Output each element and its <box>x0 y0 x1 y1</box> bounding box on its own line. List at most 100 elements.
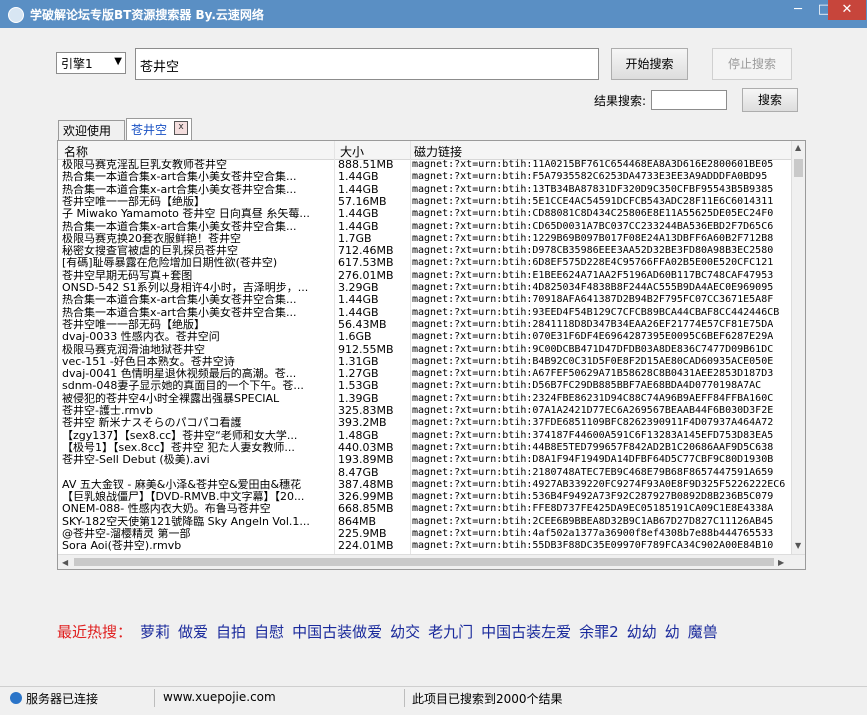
column-header-name[interactable]: 名称 <box>64 143 88 160</box>
table-row[interactable]: 极限马赛克淫乱巨乳女教师苍井空 888.51MB magnet:?xt=urn:bt… <box>58 159 791 171</box>
cell-size: 1.31GB <box>338 355 379 368</box>
cell-name: @苍井空-溜樱精灵 第一部 <box>62 528 191 540</box>
table-row[interactable]: 苍井空唯一一部无码【绝版】 56.43MB magnet:?xt=urn:btih:… <box>58 319 791 331</box>
table-row[interactable]: 苍井空 新米ナスそらのパコパコ看護 393.2MB magnet:?xt=urn:b… <box>58 417 791 429</box>
hot-search-link[interactable]: 幼 <box>665 623 680 641</box>
hot-search-link[interactable]: 萝莉 <box>140 623 170 641</box>
table-row[interactable]: 热合集一本道合集x-art合集小美女苍井空合集... 1.44GB magnet:?… <box>58 171 791 183</box>
table-row[interactable]: 8.47GB magnet:?xt=urn:btih:2180748ATEC7EB… <box>58 467 791 479</box>
table-row[interactable]: 秘密女搜查官被虐的巨乳探员苍井空 712.46MB magnet:?xt=urn:b… <box>58 245 791 257</box>
vertical-scroll-thumb[interactable] <box>794 159 803 177</box>
cell-name: 极限马赛克润滑油地狱苍井空 <box>62 343 205 356</box>
table-header: 名称 大小 磁力链接 <box>58 141 791 160</box>
cell-magnet: magnet:?xt=urn:btih:55DB3F88DC35E09970F7… <box>412 540 774 552</box>
tab-welcome[interactable]: 欢迎使用 <box>58 120 125 140</box>
table-row[interactable]: 热合集一本道合集x-art合集小美女苍井空合集... 1.44GB magnet:?… <box>58 184 791 196</box>
table-row[interactable]: 被侵犯的苍井空4小时全裸露出强暴SPECIAL 1.39GB magnet:?xt=… <box>58 393 791 405</box>
table-row[interactable]: Sora Aoi(苍井空).rmvb 224.01MB magnet:?xt=urn… <box>58 540 791 552</box>
vertical-scrollbar[interactable]: ▲ ▼ <box>791 141 805 554</box>
hot-search-link[interactable]: 幼幼 <box>627 623 657 641</box>
cell-magnet: magnet:?xt=urn:btih:37FDE6851109BFC82623… <box>412 417 774 429</box>
minimize-button[interactable]: ─ <box>784 0 812 20</box>
table-row[interactable]: vec-151 -好色日本熟女。苍井空诗 1.31GB magnet:?xt=urn… <box>58 356 791 368</box>
scroll-left-icon[interactable]: ◀ <box>62 558 68 567</box>
cell-magnet: magnet:?xt=urn:btih:CD88081C8D434C25806E… <box>412 208 774 220</box>
cell-size: 1.44GB <box>338 306 379 319</box>
cell-size: 1.44GB <box>338 183 379 196</box>
cell-name: Sora Aoi(苍井空).rmvb <box>62 540 182 553</box>
table-row[interactable]: dvaj-0033 性感内衣。苍井空问 1.6GB magnet:?xt=urn:b… <box>58 331 791 343</box>
title-bar: 学破解论坛专版BT资源搜索器 By.云速网络 ─ □ ✕ <box>0 0 867 28</box>
app-icon <box>8 7 24 23</box>
hot-search-link[interactable]: 自慰 <box>254 623 284 641</box>
table-row[interactable]: 苍井空-護士.rmvb 325.83MB magnet:?xt=urn:btih:0… <box>58 405 791 417</box>
table-row[interactable]: 子 Miwako Yamamoto 苍井空 日向真昼 糸矢莓... 1.44GB m… <box>58 208 791 220</box>
cell-name: AV 五大金钗 - 麻美&小泽&苍井空&爱田由&穗花 <box>62 478 302 491</box>
cell-magnet: magnet:?xt=urn:btih:2180748ATEC7EB9C468E… <box>412 466 774 478</box>
hot-search-link[interactable]: 余罪2 <box>579 623 619 641</box>
table-row[interactable]: ONEM-088- 性感内衣大奶。布鲁马苍井空 668.85MB magnet:?x… <box>58 503 791 515</box>
tab-close-icon[interactable]: x <box>174 121 188 135</box>
hot-search-link[interactable]: 中国古装做爱 <box>292 623 382 641</box>
status-divider <box>154 689 155 707</box>
result-search-button[interactable]: 搜索 <box>742 88 798 112</box>
table-row[interactable]: 苍井空唯一一部无码【绝版】 57.16MB magnet:?xt=urn:btih:… <box>58 196 791 208</box>
close-button[interactable]: ✕ <box>828 0 866 20</box>
cell-size: 1.39GB <box>338 392 379 405</box>
table-row[interactable]: 【巨乳娘战僵尸】【DVD-RMVB.中文字幕】【20... 326.99MB mag… <box>58 491 791 503</box>
table-row[interactable]: SKY-182空天使第121號降臨 Sky Angeln Vol.1... 864… <box>58 516 791 528</box>
table-row[interactable]: 热合集一本道合集x-art合集小美女苍井空合集... 1.44GB magnet:?… <box>58 294 791 306</box>
cell-name: [有碼]耻辱暴露在危险增加日期性欲(苍井空) <box>62 257 278 270</box>
cell-magnet: magnet:?xt=urn:btih:07A1A2421D77EC6A2695… <box>412 405 774 416</box>
table-row[interactable]: 苍井空-Sell Debut (极美).avi 193.89MB magnet:?x… <box>58 454 791 466</box>
table-row[interactable]: 【极号1】【sex.8cc】苍井空 犯た人妻女教师... 440.03MB magn… <box>58 442 791 454</box>
hot-search-link[interactable]: 老九门 <box>428 623 473 641</box>
cell-name: sdnm-048妻子显示她的真面目的一个下午。苍... <box>62 380 304 393</box>
cell-magnet: magnet:?xt=urn:btih:44B8E5TED799657F842A… <box>412 441 774 453</box>
table-row[interactable]: dvaj-0041 色情明星退休视频最后的高潮。苍... 1.27GB magnet… <box>58 368 791 380</box>
table-row[interactable]: sdnm-048妻子显示她的真面目的一个下午。苍... 1.53GB magnet:… <box>58 380 791 392</box>
connection-status: 服务器已连接 <box>26 692 99 706</box>
table-row[interactable]: @苍井空-溜樱精灵 第一部 225.9MB magnet:?xt=urn:btih:… <box>58 528 791 540</box>
table-row[interactable]: AV 五大金钗 - 麻美&小泽&苍井空&爱田由&穗花 387.48MB magnet… <box>58 479 791 491</box>
hot-search-link[interactable]: 幼交 <box>390 623 420 641</box>
result-search-input[interactable] <box>651 90 727 110</box>
column-header-size[interactable]: 大小 <box>340 143 364 160</box>
start-search-button[interactable]: 开始搜索 <box>611 48 688 80</box>
results-table: 名称 大小 磁力链接 极限马赛克淫乱巨乳女教师苍井空 888.51MB magnet… <box>57 140 806 570</box>
table-row[interactable]: 热合集一本道合集x-art合集小美女苍井空合集... 1.44GB magnet:?… <box>58 307 791 319</box>
table-row[interactable]: 苍井空早期无码写真+套图 276.01MB magnet:?xt=urn:btih:… <box>58 270 791 282</box>
scroll-right-icon[interactable]: ▶ <box>778 558 784 567</box>
scroll-down-icon[interactable]: ▼ <box>795 541 801 550</box>
engine-select[interactable]: 引擎1 ▼ <box>56 52 126 74</box>
table-row[interactable]: ONSD-542 S1系列以身相许4小时，吉泽明步，... 3.29GB magne… <box>58 282 791 294</box>
cell-size: 1.6GB <box>338 331 372 344</box>
cell-size: 56.43MB <box>338 318 387 331</box>
cell-name: 【巨乳娘战僵尸】【DVD-RMVB.中文字幕】【20... <box>62 491 305 504</box>
table-row[interactable]: [有碼]耻辱暴露在危险增加日期性欲(苍井空) 617.53MB magnet:?xt… <box>58 257 791 269</box>
table-row[interactable]: 【zgy137】【sex8.cc】苍井空“老师和女大学... 1.48GB magn… <box>58 430 791 442</box>
tab-search-result[interactable]: 苍井空 x <box>126 118 192 140</box>
table-row[interactable]: 热合集一本道合集x-art合集小美女苍井空合集... 1.44GB magnet:?… <box>58 221 791 233</box>
stop-search-button[interactable]: 停止搜索 <box>712 48 792 80</box>
cell-name: 热合集一本道合集x-art合集小美女苍井空合集... <box>62 220 297 233</box>
search-input[interactable]: 苍井空 <box>135 48 599 80</box>
column-header-magnet[interactable]: 磁力链接 <box>414 143 462 160</box>
hot-search-link[interactable]: 中国古装左爱 <box>481 623 571 641</box>
cell-size: 1.27GB <box>338 368 379 381</box>
hot-search-link[interactable]: 自拍 <box>216 623 246 641</box>
scroll-up-icon[interactable]: ▲ <box>795 143 801 152</box>
hot-search-link[interactable]: 做爱 <box>178 623 208 641</box>
table-row[interactable]: 极限马赛克润滑油地狱苍井空 912.55MB magnet:?xt=urn:btih… <box>58 344 791 356</box>
horizontal-scroll-thumb[interactable] <box>74 558 774 566</box>
hot-search-link[interactable]: 魔兽 <box>688 623 718 641</box>
cell-size: 617.53MB <box>338 257 394 270</box>
cell-magnet: magnet:?xt=urn:btih:FFE8D737FE425DA9EC05… <box>412 503 774 515</box>
cell-magnet: magnet:?xt=urn:btih:A67FEF50629A71B58628… <box>412 368 774 380</box>
cell-magnet: magnet:?xt=urn:btih:93EED4F54B129C7CFCB8… <box>412 306 780 318</box>
horizontal-scrollbar[interactable]: ◀ ▶ <box>58 554 805 569</box>
cell-magnet: magnet:?xt=urn:btih:070E31F6DF4E69642873… <box>412 331 774 343</box>
cell-name: 热合集一本道合集x-art合集小美女苍井空合集... <box>62 294 297 307</box>
cell-magnet: magnet:?xt=urn:btih:11A0215BF761C654468E… <box>412 159 774 170</box>
table-row[interactable]: 极限马赛克换20套衣服鲜艳！苍井空 1.7GB magnet:?xt=urn:bti… <box>58 233 791 245</box>
